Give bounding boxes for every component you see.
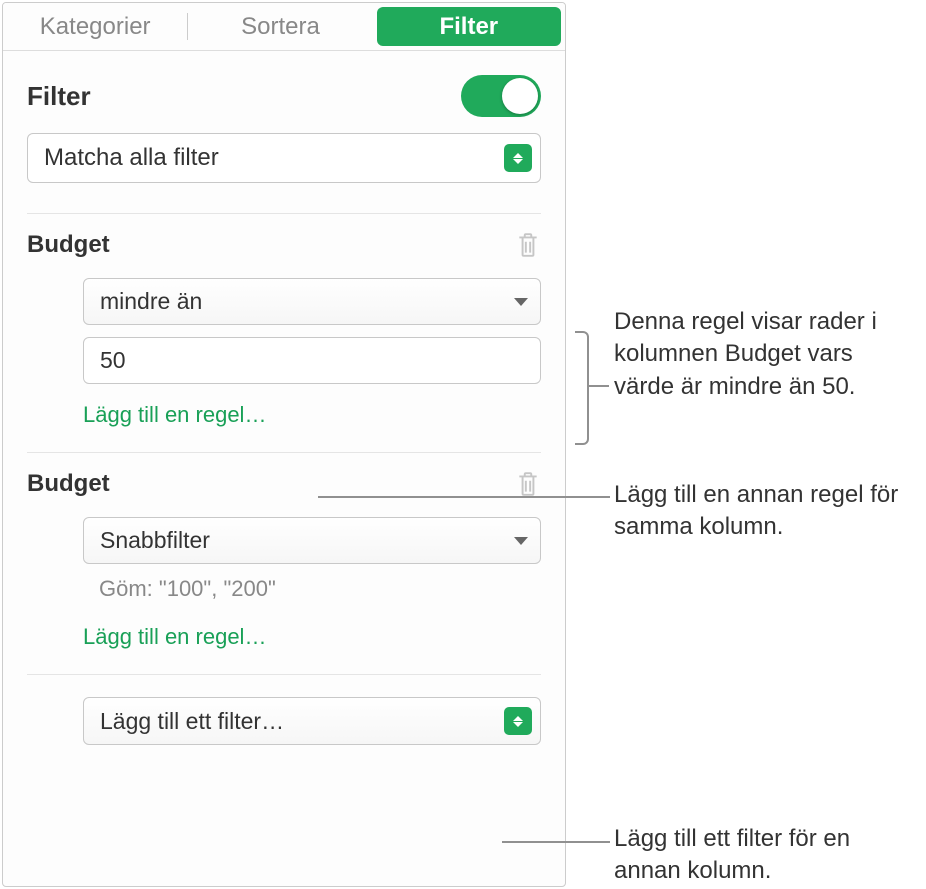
callout-line <box>589 385 609 387</box>
tab-sort[interactable]: Sortera <box>188 3 372 50</box>
add-rule-label: Lägg till en regel… <box>83 402 266 427</box>
operator-select[interactable]: mindre än <box>83 278 541 325</box>
quickfilter-hide-text: Göm: "100", "200" <box>99 576 541 602</box>
rule-column-name: Budget <box>27 231 110 259</box>
tab-filter-label: Filter <box>439 13 498 41</box>
filter-panel: Kategorier Sortera Filter Filter Matcha … <box>2 2 566 887</box>
trash-icon <box>515 230 541 260</box>
match-row: Matcha alla filter <box>3 133 565 213</box>
rule-block-1: Budget mindre än 50 Lägg till en regel… <box>3 214 565 452</box>
add-rule-label: Lägg till en regel… <box>83 624 266 649</box>
match-mode-label: Matcha alla filter <box>44 144 219 172</box>
rule-value-input[interactable]: 50 <box>83 337 541 384</box>
rule-header: Budget <box>27 469 541 499</box>
callout-bracket <box>575 331 589 445</box>
updown-arrows-icon <box>504 707 532 735</box>
callout-3: Lägg till ett filter för en annan kolumn… <box>614 823 914 888</box>
add-filter-row: Lägg till ett filter… <box>3 675 565 767</box>
add-filter-select[interactable]: Lägg till ett filter… <box>83 697 541 745</box>
filter-title: Filter <box>27 81 91 112</box>
rule-column-name: Budget <box>27 470 110 498</box>
tab-categories-label: Kategorier <box>40 13 151 41</box>
delete-rule-button[interactable] <box>515 230 541 260</box>
match-mode-select[interactable]: Matcha alla filter <box>27 133 541 183</box>
trash-icon <box>515 469 541 499</box>
tab-sort-label: Sortera <box>241 13 320 41</box>
callout-2: Lägg till en annan regel för samma kolum… <box>614 479 914 544</box>
chevron-down-icon <box>514 537 528 545</box>
tab-categories[interactable]: Kategorier <box>3 3 187 50</box>
add-filter-label: Lägg till ett filter… <box>100 708 284 735</box>
filter-header: Filter <box>3 51 565 133</box>
operator-select[interactable]: Snabbfilter <box>83 517 541 564</box>
operator-label: mindre än <box>100 288 202 315</box>
callout-1: Denna regel visar rader i kolumnen Budge… <box>614 306 914 403</box>
rule-value-text: 50 <box>100 347 126 373</box>
toggle-knob <box>502 78 538 114</box>
chevron-down-icon <box>514 298 528 306</box>
delete-rule-button[interactable] <box>515 469 541 499</box>
updown-arrows-icon <box>504 144 532 172</box>
add-rule-link[interactable]: Lägg till en regel… <box>83 402 541 436</box>
filter-toggle[interactable] <box>461 75 541 117</box>
add-rule-link[interactable]: Lägg till en regel… <box>83 624 541 658</box>
tab-filter[interactable]: Filter <box>377 7 561 46</box>
rule-block-2: Budget Snabbfilter Göm: "100", "200" Läg… <box>3 453 565 674</box>
callout-line <box>502 841 610 843</box>
callout-line <box>318 496 610 498</box>
panel-tabs: Kategorier Sortera Filter <box>3 3 565 51</box>
operator-label: Snabbfilter <box>100 527 210 554</box>
rule-header: Budget <box>27 230 541 260</box>
